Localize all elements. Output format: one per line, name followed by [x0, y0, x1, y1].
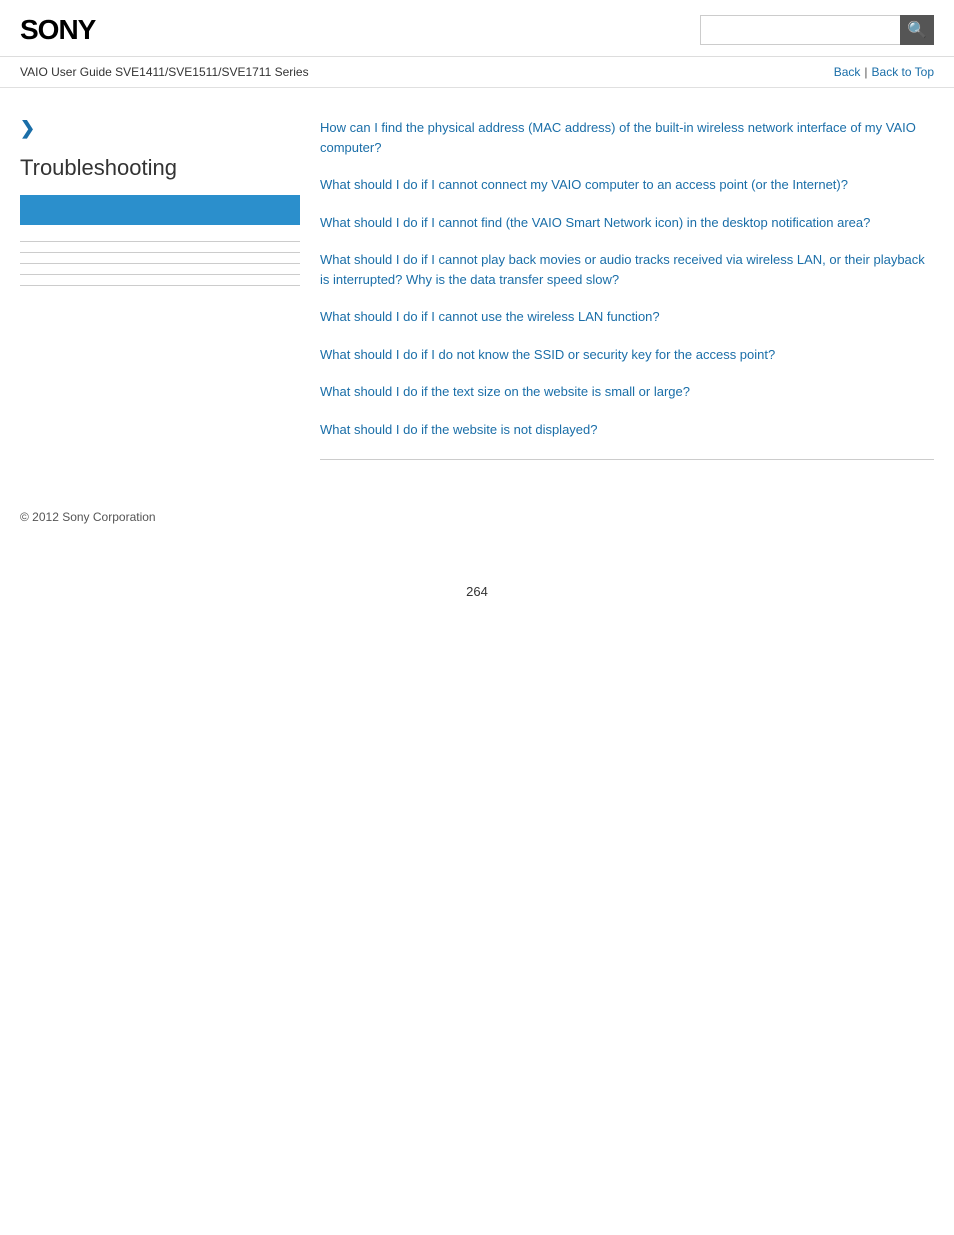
list-item: What should I do if the text size on the…: [320, 382, 934, 402]
list-item: What should I do if I do not know the SS…: [320, 345, 934, 365]
link-connect-access-point[interactable]: What should I do if I cannot connect my …: [320, 175, 934, 195]
list-item: What should I do if I cannot use the wir…: [320, 307, 934, 327]
main-content: ❯ Troubleshooting How can I find the phy…: [0, 88, 954, 490]
search-button[interactable]: 🔍: [900, 15, 934, 45]
link-mac-address[interactable]: How can I find the physical address (MAC…: [320, 118, 934, 157]
header: SONY 🔍: [0, 0, 954, 57]
list-item: How can I find the physical address (MAC…: [320, 118, 934, 157]
link-text-size[interactable]: What should I do if the text size on the…: [320, 382, 934, 402]
list-item: What should I do if the website is not d…: [320, 420, 934, 440]
content-links-list: How can I find the physical address (MAC…: [320, 118, 934, 439]
sidebar-divider-1: [20, 241, 300, 242]
link-wireless-lan-function[interactable]: What should I do if I cannot use the wir…: [320, 307, 934, 327]
link-ssid-security-key[interactable]: What should I do if I do not know the SS…: [320, 345, 934, 365]
link-vaio-smart-network-icon[interactable]: What should I do if I cannot find (the V…: [320, 213, 934, 233]
footer: © 2012 Sony Corporation: [0, 490, 954, 564]
breadcrumb-bar: VAIO User Guide SVE1411/SVE1511/SVE1711 …: [0, 57, 954, 88]
search-icon: 🔍: [907, 20, 927, 40]
list-item: What should I do if I cannot play back m…: [320, 250, 934, 289]
back-to-top-link[interactable]: Back to Top: [872, 65, 934, 79]
back-link[interactable]: Back: [834, 65, 861, 79]
guide-title: VAIO User Guide SVE1411/SVE1511/SVE1711 …: [20, 65, 309, 79]
link-playback-wireless[interactable]: What should I do if I cannot play back m…: [320, 250, 934, 289]
copyright-text: © 2012 Sony Corporation: [20, 510, 156, 524]
sidebar-divider-4: [20, 274, 300, 275]
breadcrumb-nav: Back | Back to Top: [834, 65, 934, 79]
sidebar-divider-2: [20, 252, 300, 253]
sidebar-highlight-bar: [20, 195, 300, 225]
search-input[interactable]: [700, 15, 900, 45]
sidebar-divider-5: [20, 285, 300, 286]
page-number: 264: [0, 564, 954, 619]
chevron-icon: ❯: [20, 118, 300, 139]
sidebar: ❯ Troubleshooting: [20, 108, 320, 460]
content-area: How can I find the physical address (MAC…: [320, 108, 934, 460]
breadcrumb-separator: |: [864, 65, 867, 79]
sony-logo: SONY: [20, 14, 95, 46]
content-bottom-divider: [320, 459, 934, 460]
search-area: 🔍: [700, 15, 934, 45]
sidebar-section-title: Troubleshooting: [20, 155, 300, 181]
link-website-not-displayed[interactable]: What should I do if the website is not d…: [320, 420, 934, 440]
list-item: What should I do if I cannot find (the V…: [320, 213, 934, 233]
list-item: What should I do if I cannot connect my …: [320, 175, 934, 195]
sidebar-divider-3: [20, 263, 300, 264]
